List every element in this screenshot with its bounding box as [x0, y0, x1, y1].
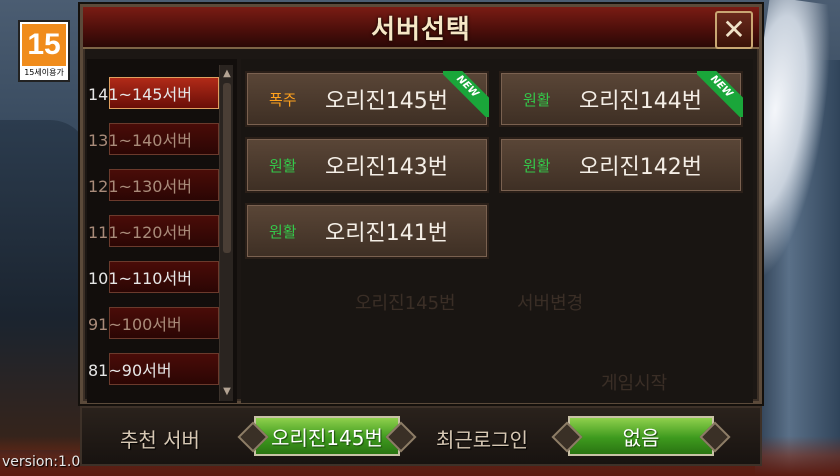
- server-group-label: 111~120서버: [88, 223, 192, 242]
- ghost-server-name: 오리진145번: [355, 293, 456, 314]
- server-card-142[interactable]: 원활 오리진142번: [499, 137, 743, 193]
- server-group-111-120[interactable]: 111~120서버: [88, 215, 219, 247]
- ghost-game-start: 게임시작: [601, 373, 668, 394]
- server-card-144[interactable]: 원활 오리진144번 NEW: [499, 71, 743, 127]
- scroll-down-icon[interactable]: ▼: [220, 385, 234, 399]
- scroll-thumb[interactable]: [223, 83, 231, 253]
- server-name: 오리진141번: [325, 221, 448, 246]
- age-rating-label: 15세이용가: [24, 68, 64, 77]
- new-badge: NEW: [697, 71, 743, 117]
- server-card-145[interactable]: 폭주 오리진145번 NEW: [245, 71, 489, 127]
- dialog-title: 서버선택: [371, 14, 471, 45]
- close-icon: ✕: [722, 13, 746, 46]
- background-rock: [0, 120, 90, 450]
- server-card-143[interactable]: 원활 오리진143번: [245, 137, 489, 193]
- server-group-121-130[interactable]: 121~130서버: [88, 169, 219, 201]
- new-badge-label: NEW: [697, 71, 743, 117]
- close-button[interactable]: ✕: [715, 11, 753, 49]
- server-select-dialog: 서버선택 ✕ 141~145서버 131~140서버 121~130서버 111…: [80, 4, 762, 404]
- age-rating-number: 15: [22, 24, 66, 66]
- recommended-server-label: 추천 서버: [120, 428, 200, 452]
- list-scrollbar[interactable]: ▲ ▼: [219, 65, 233, 401]
- server-group-141-145[interactable]: 141~145서버: [88, 77, 219, 109]
- server-group-label: 141~145서버: [88, 85, 192, 104]
- ghost-server-change: 서버변경: [517, 293, 584, 314]
- server-name: 오리진144번: [579, 89, 702, 114]
- server-grid: 오리진145번 서버변경 게임시작 폭주 오리진145번 NEW 원활 오리진1…: [241, 59, 753, 403]
- server-name: 오리진142번: [579, 155, 702, 180]
- server-group-label: 81~90서버: [88, 361, 172, 380]
- server-status: 원활: [269, 222, 297, 241]
- recommended-server-button[interactable]: 오리진145번: [254, 416, 400, 456]
- new-badge-label: NEW: [443, 71, 489, 117]
- server-group-81-90[interactable]: 81~90서버: [88, 353, 219, 385]
- dialog-title-bar: 서버선택: [83, 7, 759, 49]
- server-status: 원활: [523, 156, 551, 175]
- server-group-list: 141~145서버 131~140서버 121~130서버 111~120서버 …: [87, 59, 237, 403]
- server-group-91-100[interactable]: 91~100서버: [88, 307, 219, 339]
- new-badge: NEW: [443, 71, 489, 117]
- recommended-server-value: 오리진145번: [271, 425, 383, 450]
- recent-login-value: 없음: [622, 425, 660, 450]
- server-group-101-110[interactable]: 101~110서버: [88, 261, 219, 293]
- server-group-label: 131~140서버: [88, 131, 192, 150]
- server-status: 폭주: [269, 90, 297, 109]
- server-name: 오리진145번: [325, 89, 448, 114]
- server-group-label: 91~100서버: [88, 315, 182, 334]
- server-card-141[interactable]: 원활 오리진141번: [245, 203, 489, 259]
- recent-login-label: 최근로그인: [436, 428, 528, 452]
- server-group-label: 101~110서버: [88, 269, 192, 288]
- server-status: 원활: [269, 156, 297, 175]
- server-group-label: 121~130서버: [88, 177, 192, 196]
- version-label: version:1.0: [2, 454, 81, 470]
- bottom-bar: 추천 서버 오리진145번 최근로그인 없음: [80, 406, 762, 466]
- scroll-up-icon[interactable]: ▲: [220, 67, 234, 81]
- recent-login-button[interactable]: 없음: [568, 416, 714, 456]
- age-rating-badge: 15 15세이용가: [18, 20, 70, 82]
- server-group-131-140[interactable]: 131~140서버: [88, 123, 219, 155]
- server-status: 원활: [523, 90, 551, 109]
- server-name: 오리진143번: [325, 155, 448, 180]
